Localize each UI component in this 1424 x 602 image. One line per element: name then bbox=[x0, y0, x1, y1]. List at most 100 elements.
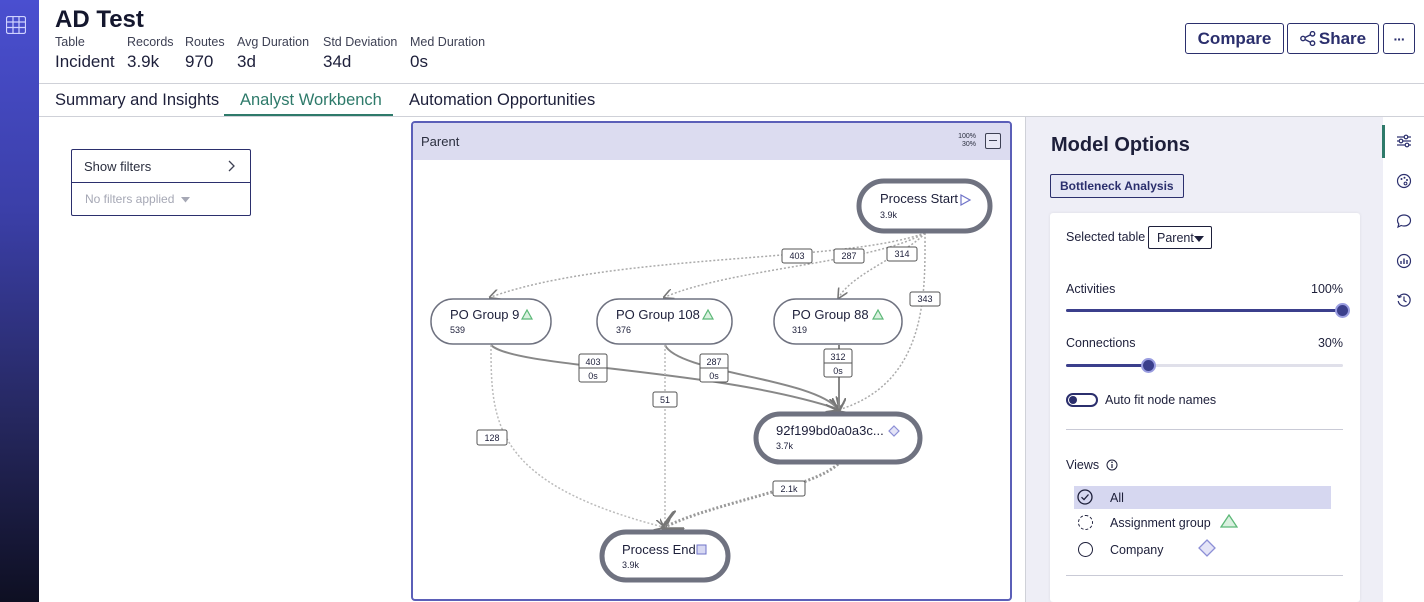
tab-summary-insights[interactable]: Summary and Insights bbox=[55, 91, 219, 110]
edge-label-text: 403 bbox=[789, 251, 804, 261]
edge-label-text: 403 bbox=[585, 357, 600, 367]
radio-button[interactable] bbox=[1078, 515, 1093, 530]
stat-label: Med Duration bbox=[410, 35, 486, 49]
palette-icon[interactable] bbox=[1396, 173, 1412, 189]
stat-avg-duration: Avg Duration 3d bbox=[237, 35, 309, 72]
node-count: 376 bbox=[616, 325, 631, 335]
stat-value: 3.9k bbox=[127, 52, 160, 71]
sliders-icon[interactable] bbox=[1396, 133, 1412, 149]
view-label: All bbox=[1110, 491, 1124, 505]
node-label: Process Start bbox=[880, 191, 958, 206]
compare-label: Compare bbox=[1197, 28, 1272, 48]
process-map-canvas[interactable]: Parent 100% 30% 403 287 314 343 403 0s 2… bbox=[411, 121, 1012, 601]
edge-label-text: 287 bbox=[841, 251, 856, 261]
node-count: 3.9k bbox=[880, 210, 898, 220]
edge-label-text: 51 bbox=[660, 395, 670, 405]
node-label: Process End bbox=[622, 542, 696, 557]
tab-bar: Summary and Insights Analyst Workbench A… bbox=[39, 84, 1424, 117]
edge-start-g9 bbox=[491, 232, 926, 297]
edge-label-text: 0s bbox=[833, 366, 843, 376]
edge-label-text: 312 bbox=[830, 352, 845, 362]
activities-slider[interactable] bbox=[1066, 303, 1350, 318]
selected-table-value: Parent bbox=[1157, 231, 1194, 245]
edge-label-text: 343 bbox=[917, 294, 932, 304]
page-header: AD Test Table Incident Records 3.9k Rout… bbox=[39, 0, 1424, 84]
active-rail-indicator bbox=[1382, 125, 1385, 158]
tab-automation-opportunities[interactable]: Automation Opportunities bbox=[409, 91, 595, 110]
node-label: PO Group 108 bbox=[616, 307, 700, 322]
info-icon[interactable] bbox=[1106, 459, 1118, 471]
divider bbox=[1066, 575, 1343, 576]
stat-value: 970 bbox=[185, 52, 214, 71]
no-filters-applied[interactable]: No filters applied bbox=[72, 183, 250, 215]
caret-down-icon bbox=[180, 197, 190, 203]
node-company bbox=[753, 411, 923, 465]
node-count: 3.7k bbox=[776, 441, 794, 451]
show-filters-label: Show filters bbox=[84, 159, 152, 174]
history-icon[interactable] bbox=[1396, 292, 1412, 308]
node-count: 3.9k bbox=[622, 560, 640, 570]
activities-slider-knob[interactable] bbox=[1334, 303, 1350, 318]
check-circle-icon bbox=[1077, 489, 1093, 505]
model-options-title: Model Options bbox=[1051, 134, 1190, 156]
radio-button[interactable] bbox=[1078, 542, 1093, 557]
activities-slider-fill bbox=[1066, 309, 1343, 312]
views-label: Views bbox=[1066, 458, 1100, 472]
auto-fit-toggle[interactable] bbox=[1066, 393, 1098, 407]
more-options-button[interactable]: ··· bbox=[1383, 23, 1415, 54]
model-options-panel: Model Options Bottleneck Analysis Select… bbox=[1025, 117, 1383, 602]
edge-start-g88 bbox=[839, 232, 926, 297]
tab-analyst-workbench[interactable]: Analyst Workbench bbox=[240, 91, 382, 110]
show-filters-button[interactable]: Show filters bbox=[72, 150, 250, 183]
selected-table-select[interactable]: Parent bbox=[1148, 226, 1212, 249]
stop-icon bbox=[696, 544, 707, 555]
page-title: AD Test bbox=[55, 6, 144, 33]
activities-label: Activities bbox=[1066, 282, 1116, 296]
stat-std-deviation: Std Deviation 34d bbox=[323, 35, 397, 72]
app-sidebar bbox=[0, 0, 39, 602]
bottleneck-analysis-button[interactable]: Bottleneck Analysis bbox=[1050, 174, 1184, 198]
divider bbox=[1066, 429, 1343, 430]
node-count: 319 bbox=[792, 325, 807, 335]
stat-value: Incident bbox=[55, 52, 115, 71]
chat-icon[interactable] bbox=[1396, 213, 1412, 229]
chart-icon[interactable] bbox=[1396, 253, 1412, 269]
edge-g108-company bbox=[664, 344, 838, 409]
view-all[interactable]: All bbox=[1074, 486, 1331, 509]
active-tab-indicator bbox=[224, 114, 393, 116]
auto-fit-label: Auto fit node names bbox=[1105, 393, 1217, 407]
view-assignment-group[interactable]: Assignment group bbox=[1074, 511, 1331, 534]
view-label: Company bbox=[1110, 543, 1164, 557]
activities-value: 100% bbox=[1311, 282, 1343, 296]
connections-slider-knob[interactable] bbox=[1140, 358, 1156, 373]
right-icon-rail bbox=[1382, 117, 1424, 602]
node-label: 92f199bd0a0a3c... bbox=[776, 423, 884, 438]
process-graph: 403 287 314 343 403 0s 287 0s 312 0s 51 … bbox=[430, 178, 993, 583]
chevron-right-icon bbox=[228, 160, 235, 172]
compare-button[interactable]: Compare bbox=[1185, 23, 1284, 54]
share-button[interactable]: Share bbox=[1287, 23, 1379, 54]
diamond-icon bbox=[1198, 539, 1216, 557]
connections-slider-fill bbox=[1066, 364, 1150, 367]
more-icon: ··· bbox=[1393, 30, 1406, 47]
share-label: Share bbox=[1318, 28, 1367, 48]
bottleneck-label: Bottleneck Analysis bbox=[1060, 179, 1174, 193]
stat-value: 34d bbox=[323, 52, 352, 71]
share-icon bbox=[1299, 31, 1316, 46]
stat-med-duration: Med Duration 0s bbox=[410, 35, 485, 72]
node-count: 539 bbox=[450, 325, 465, 335]
filters-panel: Show filters No filters applied bbox=[71, 149, 251, 216]
edge-label-text: 128 bbox=[484, 433, 499, 443]
edge-label-text: 287 bbox=[706, 357, 721, 367]
view-company[interactable]: Company bbox=[1074, 538, 1331, 561]
stat-records: Records 3.9k bbox=[127, 35, 174, 72]
edge-label-text: 2.1k bbox=[780, 484, 798, 494]
stat-value: 0s bbox=[410, 52, 428, 71]
grid-icon[interactable] bbox=[6, 16, 26, 34]
connections-value: 30% bbox=[1317, 336, 1343, 350]
connections-slider[interactable] bbox=[1066, 358, 1343, 373]
stat-label: Table bbox=[55, 35, 85, 49]
node-label: PO Group 9 bbox=[450, 307, 519, 322]
stat-label: Records bbox=[127, 35, 174, 49]
view-label: Assignment group bbox=[1110, 516, 1211, 530]
